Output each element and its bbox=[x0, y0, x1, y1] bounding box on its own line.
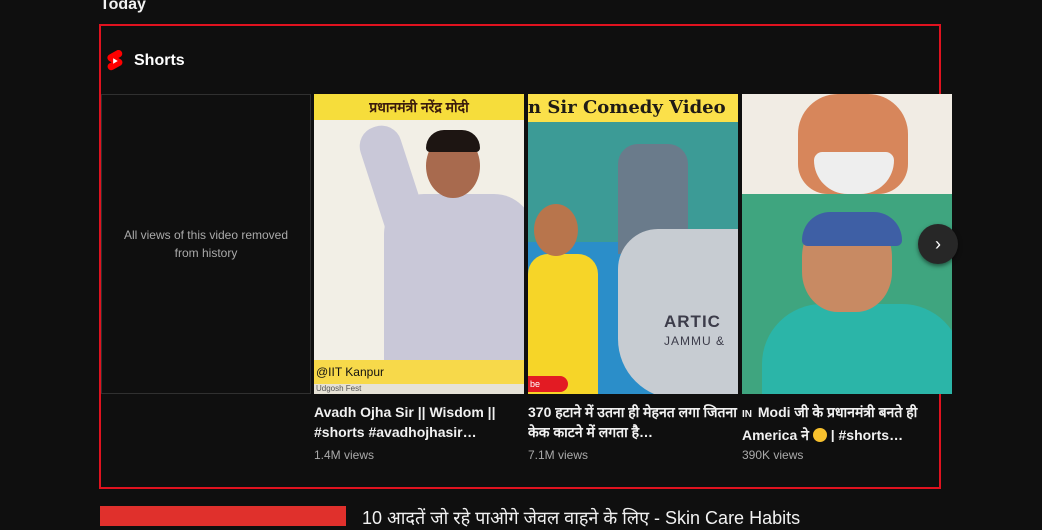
figure-kid bbox=[528, 254, 598, 394]
next-shorts-button[interactable]: › bbox=[918, 224, 958, 264]
short-title[interactable]: 370 हटाने में उतना ही मेहनत लगा जितना के… bbox=[528, 402, 738, 442]
figure-kid-head bbox=[534, 204, 578, 256]
short-views: 390K views bbox=[742, 448, 804, 462]
shorts-logo-icon bbox=[107, 50, 123, 71]
short-thumbnail[interactable]: प्रधानमंत्री नरेंद्र मोदी @IIT Kanpur Ud… bbox=[314, 94, 524, 394]
removed-thumbnail: All views of this video removed from his… bbox=[101, 94, 311, 394]
figure-hair bbox=[426, 130, 480, 152]
youtube-badge: be bbox=[528, 376, 568, 392]
short-item[interactable]: IN Modi जी के प्रधानमंत्री बनते ही Ameri… bbox=[742, 94, 952, 462]
astonished-emoji-icon bbox=[812, 428, 827, 442]
short-views: 7.1M views bbox=[528, 448, 589, 462]
removed-message: All views of this video removed from his… bbox=[123, 228, 289, 260]
shelf-title: Shorts bbox=[134, 52, 185, 69]
figure-shirt bbox=[762, 304, 952, 394]
title-prefix: IN bbox=[742, 409, 752, 420]
shorts-shelf: Shorts All views of this video removed f… bbox=[99, 24, 952, 489]
next-video-thumbnail[interactable] bbox=[100, 506, 346, 526]
thumbnail-caption-2: Udgosh Fest bbox=[314, 384, 524, 394]
short-thumbnail[interactable]: ARTIC JAMMU & n Sir Comedy Video be bbox=[528, 94, 738, 394]
short-title[interactable]: Avadh Ojha Sir || Wisdom || #shorts #ava… bbox=[314, 402, 524, 442]
figure-cap bbox=[802, 212, 902, 246]
short-title[interactable]: IN Modi जी के प्रधानमंत्री बनते ही Ameri… bbox=[742, 402, 952, 442]
next-video-title[interactable]: 10 आदतें जो रहे पाओगे जेवल वाहने के लिए … bbox=[362, 506, 800, 530]
section-title: Today bbox=[100, 0, 146, 13]
shelf-header: Shorts bbox=[104, 50, 185, 72]
thumbnail-banner: प्रधानमंत्री नरेंद्र मोदी bbox=[314, 94, 524, 120]
thumbnail-banner: n Sir Comedy Video bbox=[528, 94, 738, 122]
short-item[interactable]: ARTIC JAMMU & n Sir Comedy Video be 370 … bbox=[528, 94, 738, 462]
chevron-right-icon: › bbox=[935, 234, 941, 254]
short-views: 1.4M views bbox=[314, 448, 375, 462]
map-label-2: JAMMU & bbox=[664, 334, 725, 348]
removed-short: All views of this video removed from his… bbox=[101, 94, 311, 394]
map-label: ARTIC bbox=[664, 312, 721, 331]
title-suffix: | #shorts… bbox=[830, 427, 904, 442]
thumbnail-caption: @IIT Kanpur bbox=[314, 360, 524, 384]
short-item[interactable]: प्रधानमंत्री नरेंद्र मोदी @IIT Kanpur Ud… bbox=[314, 94, 524, 462]
